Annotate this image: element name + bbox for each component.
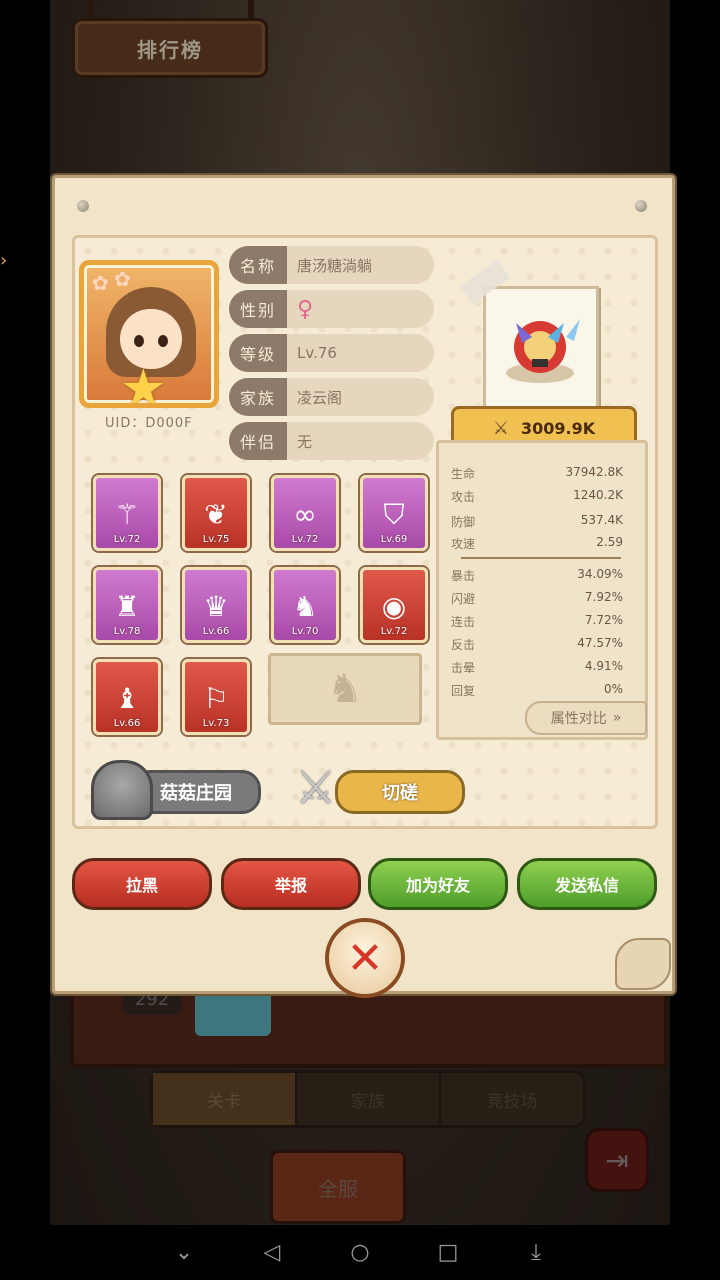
compare-attributes-button[interactable]: 属性对比» [525, 701, 647, 735]
equipment-slot[interactable]: ⚐ Lv.73 [182, 659, 250, 735]
stat-row: 闪避 7.92% [451, 590, 623, 606]
pet-card[interactable] [459, 259, 599, 410]
equipment-slot[interactable]: ♛ Lv.66 [182, 567, 250, 643]
female-icon: ♀ [297, 296, 314, 322]
pet-icon [506, 319, 580, 383]
player-uid: UID：D000F [105, 416, 193, 431]
report-button[interactable]: 举报 [221, 858, 361, 910]
info-level: 等级 Lv.76 [229, 334, 434, 372]
stat-row: 防御 537.4K [451, 513, 623, 529]
flower-icon: ✿ [92, 271, 109, 295]
avatar: ✿ ✿ ★ [79, 260, 219, 408]
stat-row: 连击 7.72% [451, 613, 623, 629]
close-icon[interactable]: ✕ [325, 918, 405, 998]
info-gender: 性别 ♀ [229, 290, 434, 328]
chevron-down-icon[interactable]: ⌄ [170, 1240, 198, 1265]
helmet-icon: ⛉ [383, 498, 405, 531]
star-icon: ★ [120, 359, 167, 408]
send-message-button[interactable]: 发送私信 [517, 858, 657, 910]
player-info-inner: ✿ ✿ ★ UID：D000F 名称 唐汤糖淌躺 性别 ♀ 等级 Lv.76 家族 凌云… [72, 235, 658, 829]
stat-row: 攻击 1240.2K [451, 488, 623, 504]
player-info-panel: ✿ ✿ ★ UID：D000F 名称 唐汤糖淌躺 性别 ♀ 等级 Lv.76 家族 凌云… [52, 175, 675, 998]
stat-row: 暴击 34.09% [451, 567, 623, 583]
beast-icon: ♞ [292, 590, 318, 623]
goggles-icon: ∞ [293, 498, 317, 531]
side-arrow-icon: › [0, 250, 8, 271]
horse-icon: ♞ [327, 666, 363, 712]
rivet-icon [77, 200, 89, 212]
equipment-slot[interactable]: ∞ Lv.72 [271, 475, 339, 551]
crossed-swords-icon: ⚔ [492, 417, 509, 439]
crown-icon: ♛ [203, 590, 229, 623]
stat-row: 回复 0% [451, 682, 623, 698]
crossed-swords-icon: ⚔ [295, 760, 337, 814]
equipment-slot[interactable]: ⚚ Lv.72 [93, 475, 161, 551]
block-button[interactable]: 拉黑 [72, 858, 212, 910]
spar-button[interactable]: 切磋 ⚔ [295, 760, 465, 814]
back-icon[interactable]: ◁ [258, 1240, 286, 1265]
staff-icon: ⚚ [114, 498, 140, 531]
stats-divider [461, 557, 621, 559]
home-icon[interactable]: ○ [346, 1240, 374, 1265]
add-friend-button[interactable]: 加为好友 [368, 858, 508, 910]
mech-helmet-icon: ♝ [114, 682, 140, 715]
equipment-slot[interactable]: ◉ Lv.72 [360, 567, 428, 643]
boots-icon: ⚐ [203, 682, 229, 715]
recents-icon[interactable]: □ [434, 1240, 462, 1265]
equipment-slot[interactable]: ❦ Lv.75 [182, 475, 250, 551]
info-name: 名称 唐汤糖淌躺 [229, 246, 434, 284]
rivet-icon [635, 200, 647, 212]
mushroom-icon [91, 760, 153, 820]
armor-icon: ♜ [114, 590, 140, 623]
equipment-slot[interactable]: ♞ Lv.70 [271, 567, 339, 643]
wing-icon: ❦ [204, 498, 228, 531]
equipment-slot[interactable]: ⛉ Lv.69 [360, 475, 428, 551]
flower-icon: ✿ [114, 267, 131, 291]
stat-row: 攻速 2.59 [451, 535, 623, 551]
stat-row: 反击 47.57% [451, 636, 623, 652]
info-family: 家族 凌云阁 [229, 378, 434, 416]
orb-icon: ◉ [381, 590, 407, 623]
double-chevron-right-icon: » [612, 710, 622, 726]
scroll-curl [615, 938, 671, 990]
system-navbar: ⌄ ◁ ○ □ ⤓ [0, 1225, 720, 1280]
mount-slot[interactable]: ♞ [268, 653, 422, 725]
download-icon[interactable]: ⤓ [522, 1240, 550, 1265]
stat-row: 击晕 4.91% [451, 659, 623, 675]
equipment-slot[interactable]: ♜ Lv.78 [93, 567, 161, 643]
info-partner: 伴侣无 [229, 422, 434, 460]
mushroom-manor-button[interactable]: 菇菇庄园 [91, 760, 261, 820]
equipment-slot[interactable]: ♝ Lv.66 [93, 659, 161, 735]
power-value: 3009.9K [521, 418, 596, 438]
player-info-rows: 名称 唐汤糖淌躺 性别 ♀ 等级 Lv.76 家族 凌云阁 伴侣无 [229, 246, 434, 466]
stats-panel: 生命 37942.8K 攻击 1240.2K 防御 537.4K 攻速 2.59 暴击 3… [436, 440, 648, 740]
stat-row: 生命 37942.8K [451, 465, 623, 481]
